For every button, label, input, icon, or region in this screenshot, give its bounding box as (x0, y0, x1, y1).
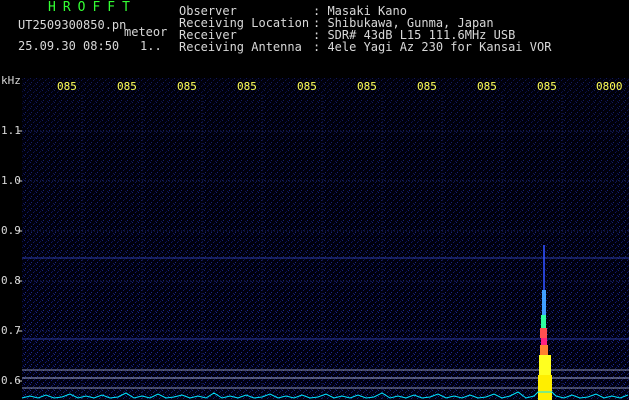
y-tick-label: 1.1 (1, 124, 21, 137)
x-tick-label: 085 (297, 80, 317, 93)
x-tick-label: 085 (537, 80, 557, 93)
x-tick-label: 085 (117, 80, 137, 93)
info-value-antenna: : 4ele Yagi Az 230 for Kansai VOR (313, 40, 552, 54)
y-tick-label: 0.6 (1, 374, 21, 387)
datetime-label: 25.09.30 08:50 (18, 39, 120, 53)
event-tag: meteor (124, 25, 168, 39)
x-tick-label: 085 (57, 80, 77, 93)
x-tick-label: 0800 (596, 80, 623, 93)
spectrogram (18, 78, 629, 400)
y-axis-ticks (18, 130, 22, 382)
counter-label: 1.. (140, 39, 162, 53)
y-tick-label: 0.7 (1, 324, 21, 337)
x-tick-label: 085 (177, 80, 197, 93)
x-tick-label: 085 (357, 80, 377, 93)
y-tick-label: 1.0 (1, 174, 21, 187)
x-tick-label: 085 (237, 80, 257, 93)
y-axis-unit: kHz (1, 74, 21, 87)
y-tick-label: 0.8 (1, 274, 21, 287)
x-tick-label: 085 (417, 80, 437, 93)
app-brand: HROFFT (48, 0, 137, 15)
y-tick-label: 0.9 (1, 224, 21, 237)
filename-label: UT2509300850.pn (18, 18, 127, 32)
info-label-antenna: Receiving Antenna (179, 40, 302, 54)
x-tick-label: 085 (477, 80, 497, 93)
